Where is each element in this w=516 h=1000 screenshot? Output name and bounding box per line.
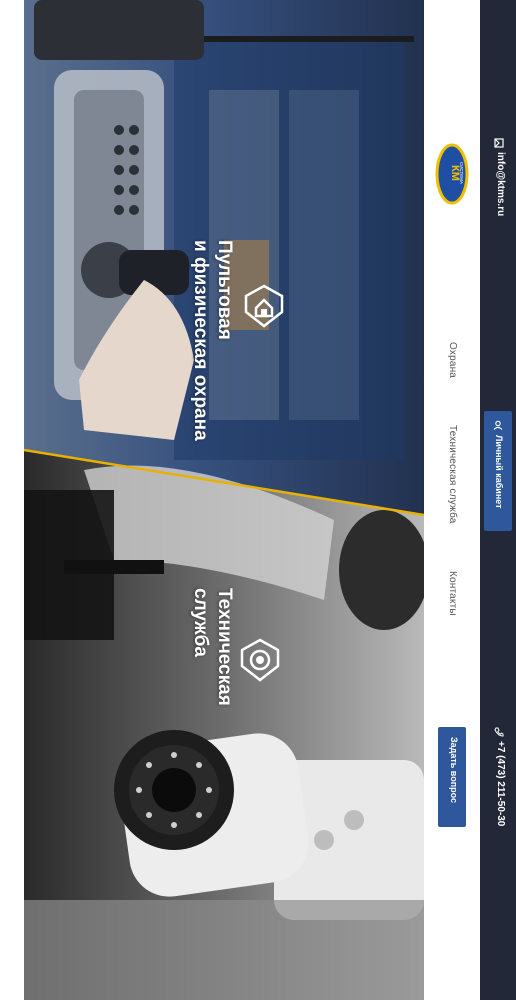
nav-link-security[interactable]: Охрана [447,342,458,378]
mail-icon [494,138,504,148]
hero-section: Пультовая и физическая охрана Техническа… [24,0,424,1000]
nav-link-contacts[interactable]: Контакты [447,571,458,616]
nav-link-tech-service[interactable]: Техническая служба [447,425,458,524]
shield-house-icon [244,284,284,328]
company-logo[interactable]: КМ СИСТЕМА [434,143,470,205]
panel-tech-title-line1: Техническая [214,588,235,706]
personal-cabinet-button[interactable]: Личный кабинет [484,411,512,531]
hero-background [24,0,424,1000]
panel-tech-title[interactable]: Техническая служба [188,588,236,706]
ask-question-button[interactable]: Задать вопрос [438,727,466,827]
panel-tech-title-line2: служба [190,588,211,657]
logo-subtext: СИСТЕМА [459,162,464,184]
main-nav: КМ СИСТЕМА Охрана Техническая служба Кон… [424,0,480,1000]
contact-bar: info@ktms.ru Личный кабинет +7 (473) 211… [480,0,516,1000]
panel-security-title-line2: и физическая охрана [190,240,211,441]
panel-security-title[interactable]: Пультовая и физическая охрана [188,240,236,441]
camera-shield-icon [240,638,280,682]
personal-cabinet-label: Личный кабинет [494,435,504,509]
panel-security-title-line1: Пультовая [214,240,235,340]
user-icon [493,420,503,430]
email-link[interactable]: info@ktms.ru [495,152,506,216]
phone-link[interactable]: +7 (473) 211-50-30 [495,741,506,826]
phone-icon [494,727,504,737]
ask-question-label: Задать вопрос [449,737,459,804]
